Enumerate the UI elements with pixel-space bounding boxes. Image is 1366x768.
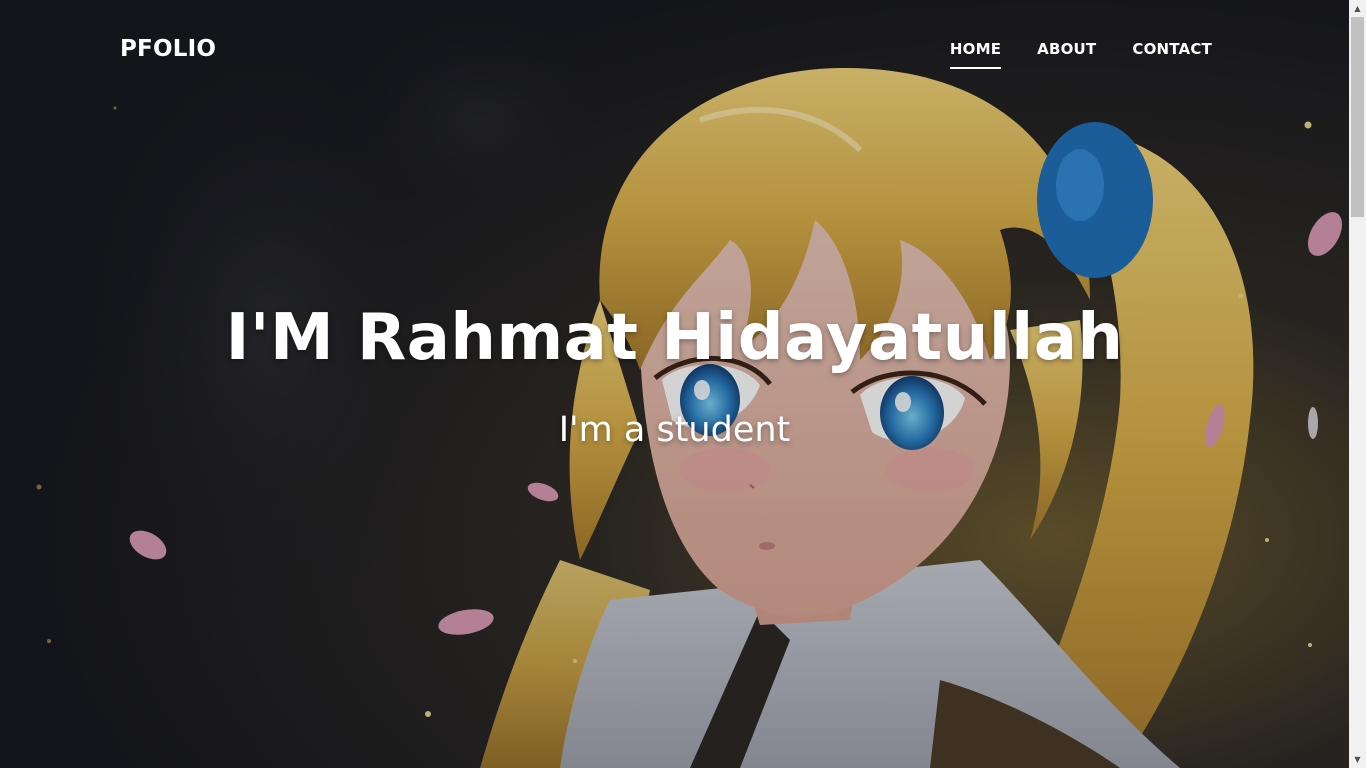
nav-link-home[interactable]: HOME [949, 40, 1002, 69]
top-navbar: PFOLIO HOME ABOUT CONTACT [0, 0, 1349, 100]
nav-link-contact[interactable]: CONTACT [1132, 40, 1212, 68]
nav-link-about[interactable]: ABOUT [1037, 40, 1096, 68]
scrollbar-thumb[interactable] [1351, 17, 1364, 217]
nav-links: HOME ABOUT CONTACT [914, 40, 1212, 69]
brand-logo[interactable]: PFOLIO [120, 36, 216, 62]
scroll-up-arrow-icon[interactable]: ▲ [1349, 0, 1366, 17]
vertical-scrollbar[interactable]: ▲ ▼ [1349, 0, 1366, 768]
scroll-down-arrow-icon[interactable]: ▼ [1349, 751, 1366, 768]
hero-text-block: I'M Rahmat Hidayatullah I'm a student [0, 296, 1349, 452]
page: PFOLIO HOME ABOUT CONTACT I'M Rahmat Hid… [0, 0, 1366, 768]
hero-subtitle: I'm a student [558, 410, 791, 450]
hero-title: I'M Rahmat Hidayatullah [225, 301, 1124, 375]
